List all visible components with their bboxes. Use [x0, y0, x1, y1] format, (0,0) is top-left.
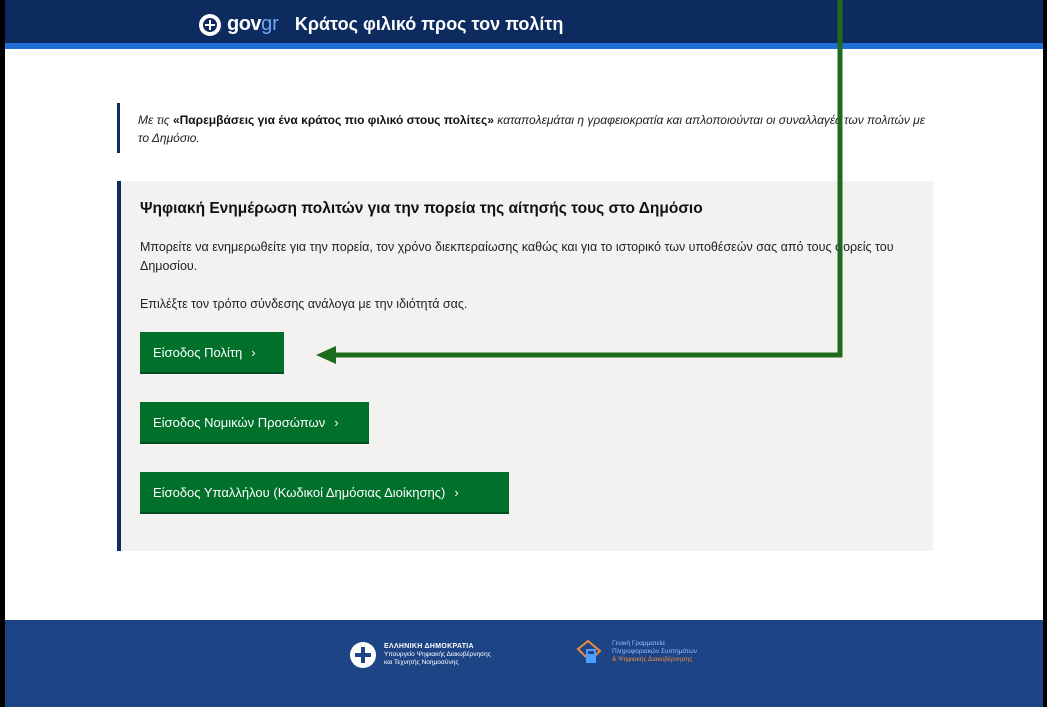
annotation-arrow: [316, 0, 843, 364]
